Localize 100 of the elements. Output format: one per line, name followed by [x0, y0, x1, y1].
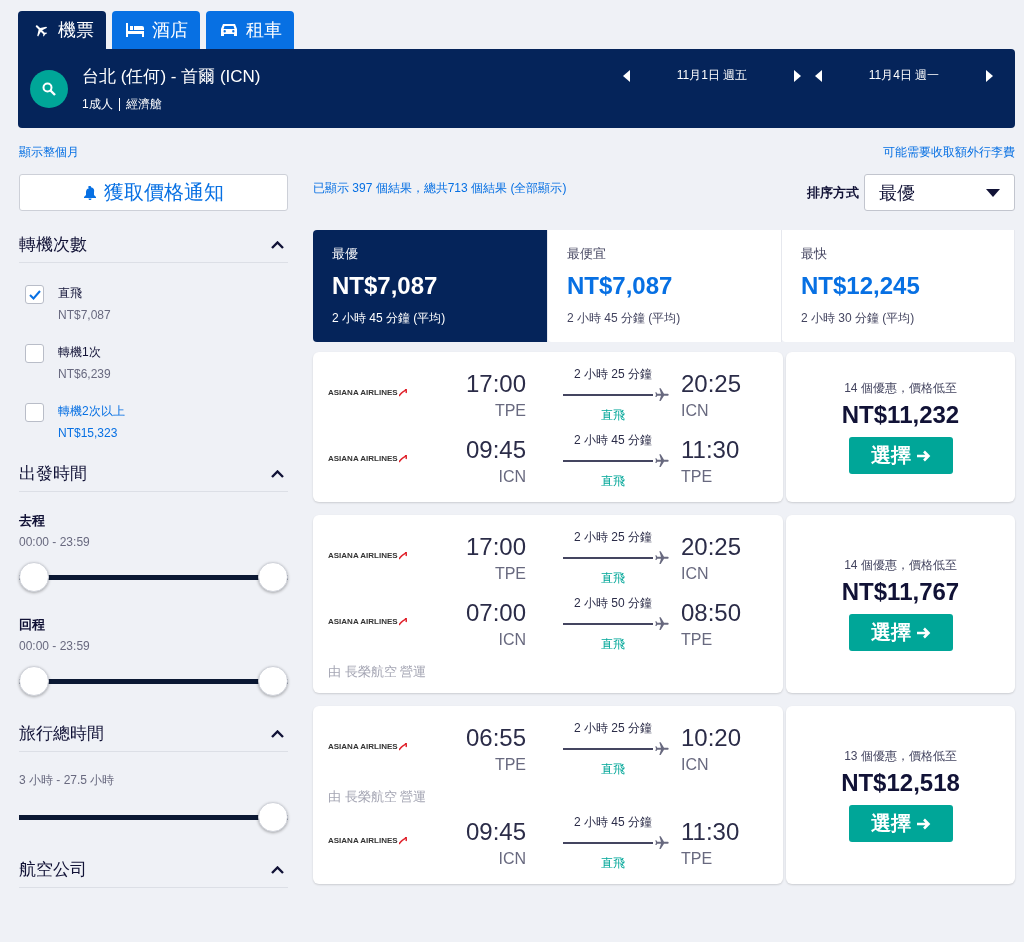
slider-range: 3 小時 - 27.5 小時 [19, 772, 116, 789]
passenger-count: 1成人 [82, 95, 113, 113]
departure-time: 07:00 [465, 599, 526, 627]
date-label[interactable]: 11月4日 週一 [824, 67, 984, 84]
airline-logo: ASIANA AIRLINES [328, 741, 448, 751]
check-icon [28, 289, 41, 300]
filter-title: 旅行總時間 [19, 723, 104, 745]
deals-count: 13 個優惠，價格低至 [844, 748, 957, 765]
arrow-right-icon [916, 449, 931, 462]
airline-logo: ASIANA AIRLINES [328, 616, 448, 626]
checkbox[interactable] [25, 403, 44, 422]
next-date-button[interactable] [984, 67, 995, 84]
show-month-link[interactable]: 顯示整個月 [19, 144, 79, 161]
next-icon [986, 69, 993, 82]
deals-count: 14 個優惠，價格低至 [844, 380, 957, 397]
chevron-up-icon [271, 729, 284, 738]
stops-label: 直飛 [601, 761, 625, 778]
chevron-up-icon [271, 469, 284, 478]
flight-price: NT$11,232 [841, 401, 960, 429]
sort-tab[interactable]: 最便宜 NT$7,087 2 小時 45 分鐘 (平均) [548, 230, 782, 342]
departure-time: 17:00 [465, 370, 526, 398]
search-button[interactable] [30, 69, 68, 108]
nav-tab[interactable]: 機票 [18, 11, 106, 49]
chevron-up-icon [271, 865, 284, 874]
departure-time: 09:45 [465, 436, 526, 464]
operated-by-note: 由 長榮航空 營運 [328, 788, 428, 806]
slider-handle[interactable] [258, 562, 288, 592]
filter-title: 出發時間 [19, 463, 87, 485]
chevron-up-icon [271, 240, 284, 249]
airport-code: ICN [498, 468, 526, 486]
airport-code: TPE [681, 631, 713, 649]
slider-handle[interactable] [19, 562, 49, 592]
stops-label: 直飛 [601, 855, 625, 872]
arrival-time: 20:25 [681, 370, 742, 398]
flight-duration: 2 小時 25 分鐘 [574, 720, 652, 737]
route-title: 台北 (任何) - 首爾 (ICN) [82, 65, 262, 88]
flight-price: NT$12,518 [841, 769, 960, 797]
arrow-right-icon [916, 817, 931, 830]
bed-icon [126, 23, 144, 37]
airline-logo: ASIANA AIRLINES [328, 550, 448, 560]
filter-section-header[interactable]: 旅行總時間 [19, 722, 288, 752]
previous-date-button[interactable] [813, 67, 824, 84]
departure-time: 06:55 [465, 724, 526, 752]
flight-duration: 2 小時 45 分鐘 [574, 432, 652, 449]
flight-duration: 2 小時 25 分鐘 [574, 529, 652, 546]
airport-code: ICN [681, 402, 709, 420]
flight-duration: 2 小時 25 分鐘 [574, 366, 652, 383]
slider-range: 00:00 - 23:59 [19, 639, 91, 653]
caret-icon [986, 188, 1000, 197]
search-icon [42, 81, 56, 96]
slider-label: 回程 [19, 616, 46, 634]
airport-code: TPE [494, 402, 526, 420]
nav-tab[interactable]: 租車 [206, 11, 294, 49]
arrival-time: 11:30 [681, 436, 740, 464]
airport-code: TPE [681, 468, 713, 486]
sort-label: 排序方式 [807, 183, 859, 202]
sort-dropdown[interactable]: 最優 [864, 174, 1015, 211]
slider-handle[interactable] [258, 666, 288, 696]
flight-price: NT$11,767 [841, 578, 960, 606]
slider-handle[interactable] [19, 666, 49, 696]
arrow-right-icon [916, 626, 931, 639]
operated-by-note: 由 長榮航空 營運 [328, 663, 428, 681]
filter-title: 航空公司 [19, 859, 87, 881]
slider-label: 去程 [19, 512, 46, 530]
sort-tab[interactable]: 最優 NT$7,087 2 小時 45 分鐘 (平均) [313, 230, 548, 342]
baggage-fee-link[interactable]: 可能需要收取額外行李費 [883, 144, 1015, 161]
filter-section-header[interactable]: 出發時間 [19, 462, 288, 492]
airline-logo: ASIANA AIRLINES [328, 387, 448, 397]
flight-duration: 2 小時 50 分鐘 [574, 595, 652, 612]
checkbox[interactable] [25, 344, 44, 363]
previous-icon [815, 69, 822, 82]
arrival-time: 20:25 [681, 533, 742, 561]
airport-code: TPE [494, 565, 526, 583]
departure-time: 17:00 [465, 533, 526, 561]
date-label[interactable]: 11月1日 週五 [632, 67, 792, 84]
departure-time: 09:45 [465, 818, 526, 846]
sort-tab[interactable]: 最快 NT$12,245 2 小時 30 分鐘 (平均) [782, 230, 1015, 342]
arrival-time: 11:30 [681, 818, 740, 846]
slider-handle[interactable] [258, 802, 288, 832]
filter-option-price: NT$6,239 [58, 367, 111, 381]
airport-code: TPE [494, 756, 526, 774]
stops-label: 直飛 [601, 570, 625, 587]
filter-title: 轉機次數 [19, 234, 87, 256]
price-alert-button[interactable]: 獲取價格通知 [19, 174, 288, 211]
next-date-button[interactable] [792, 67, 803, 84]
deals-count: 14 個優惠，價格低至 [844, 557, 957, 574]
next-icon [794, 69, 801, 82]
bell-icon [83, 185, 96, 200]
results-count-link[interactable]: 已顯示 397 個結果，總共713 個結果 (全部顯示) [313, 180, 807, 197]
filter-section-header[interactable]: 航空公司 [19, 858, 288, 888]
car-icon [220, 22, 238, 38]
previous-date-button[interactable] [621, 67, 632, 84]
filter-section-header[interactable]: 轉機次數 [19, 233, 288, 263]
filter-option-price: NT$15,323 [58, 426, 119, 440]
filter-option-price: NT$7,087 [58, 308, 111, 322]
checkbox[interactable] [25, 285, 44, 304]
filter-option-label: 轉機1次 [58, 344, 102, 361]
nav-tab[interactable]: 酒店 [112, 11, 200, 49]
stops-label: 直飛 [601, 473, 625, 490]
airport-code: ICN [498, 631, 526, 649]
